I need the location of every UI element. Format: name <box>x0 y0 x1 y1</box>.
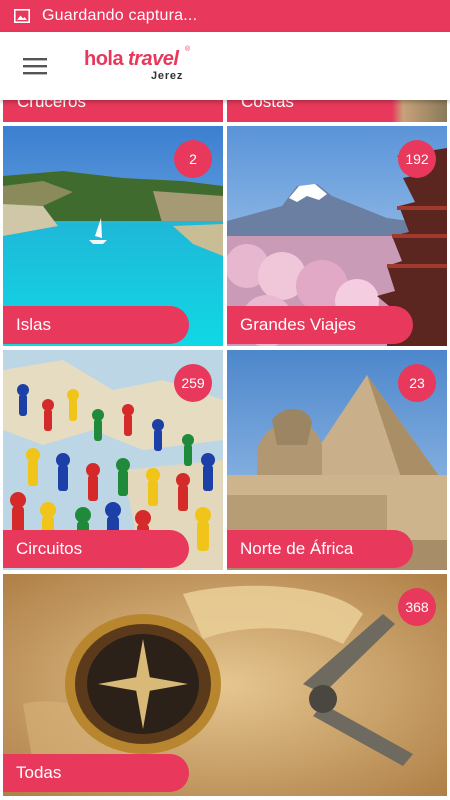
app-bar: hola travel ® Jerez <box>0 32 450 100</box>
category-tile-grandes-viajes[interactable]: 192 Grandes Viajes <box>227 126 447 346</box>
logo-location: Jerez <box>151 70 184 82</box>
category-grid: Cruceros Costas 2 Islas 192 Grandes Viaj… <box>0 100 450 800</box>
status-bar: Guardando captura... <box>0 0 450 32</box>
holatravel-logo[interactable]: hola travel ® Jerez <box>84 46 194 86</box>
count-badge: 2 <box>174 140 212 178</box>
category-tile-costas[interactable]: Costas <box>227 100 447 122</box>
category-label: Islas <box>3 306 189 344</box>
category-tile-todas[interactable]: 368 Todas <box>3 574 447 796</box>
category-label: Costas <box>241 100 294 111</box>
category-label: Grandes Viajes <box>227 306 413 344</box>
logo-registered: ® <box>185 46 191 53</box>
count-badge: 259 <box>174 364 212 402</box>
category-label: Cruceros <box>17 100 86 111</box>
category-tile-circuitos[interactable]: 259 Circuitos <box>3 350 223 570</box>
category-label: Norte de África <box>227 530 413 568</box>
count-badge: 192 <box>398 140 436 178</box>
category-tile-cruceros[interactable]: Cruceros <box>3 100 223 122</box>
logo-travel: travel <box>128 48 179 70</box>
category-label: Todas <box>3 754 189 792</box>
count-badge: 368 <box>398 588 436 626</box>
menu-button[interactable] <box>0 32 70 100</box>
category-tile-islas[interactable]: 2 Islas <box>3 126 223 346</box>
count-badge: 23 <box>398 364 436 402</box>
image-icon <box>14 9 30 23</box>
category-tile-norte-de-africa[interactable]: 23 Norte de África <box>227 350 447 570</box>
logo-hola: hola <box>84 48 124 70</box>
status-text: Guardando captura... <box>42 7 198 24</box>
hamburger-menu-icon <box>23 58 47 75</box>
category-label: Circuitos <box>3 530 189 568</box>
